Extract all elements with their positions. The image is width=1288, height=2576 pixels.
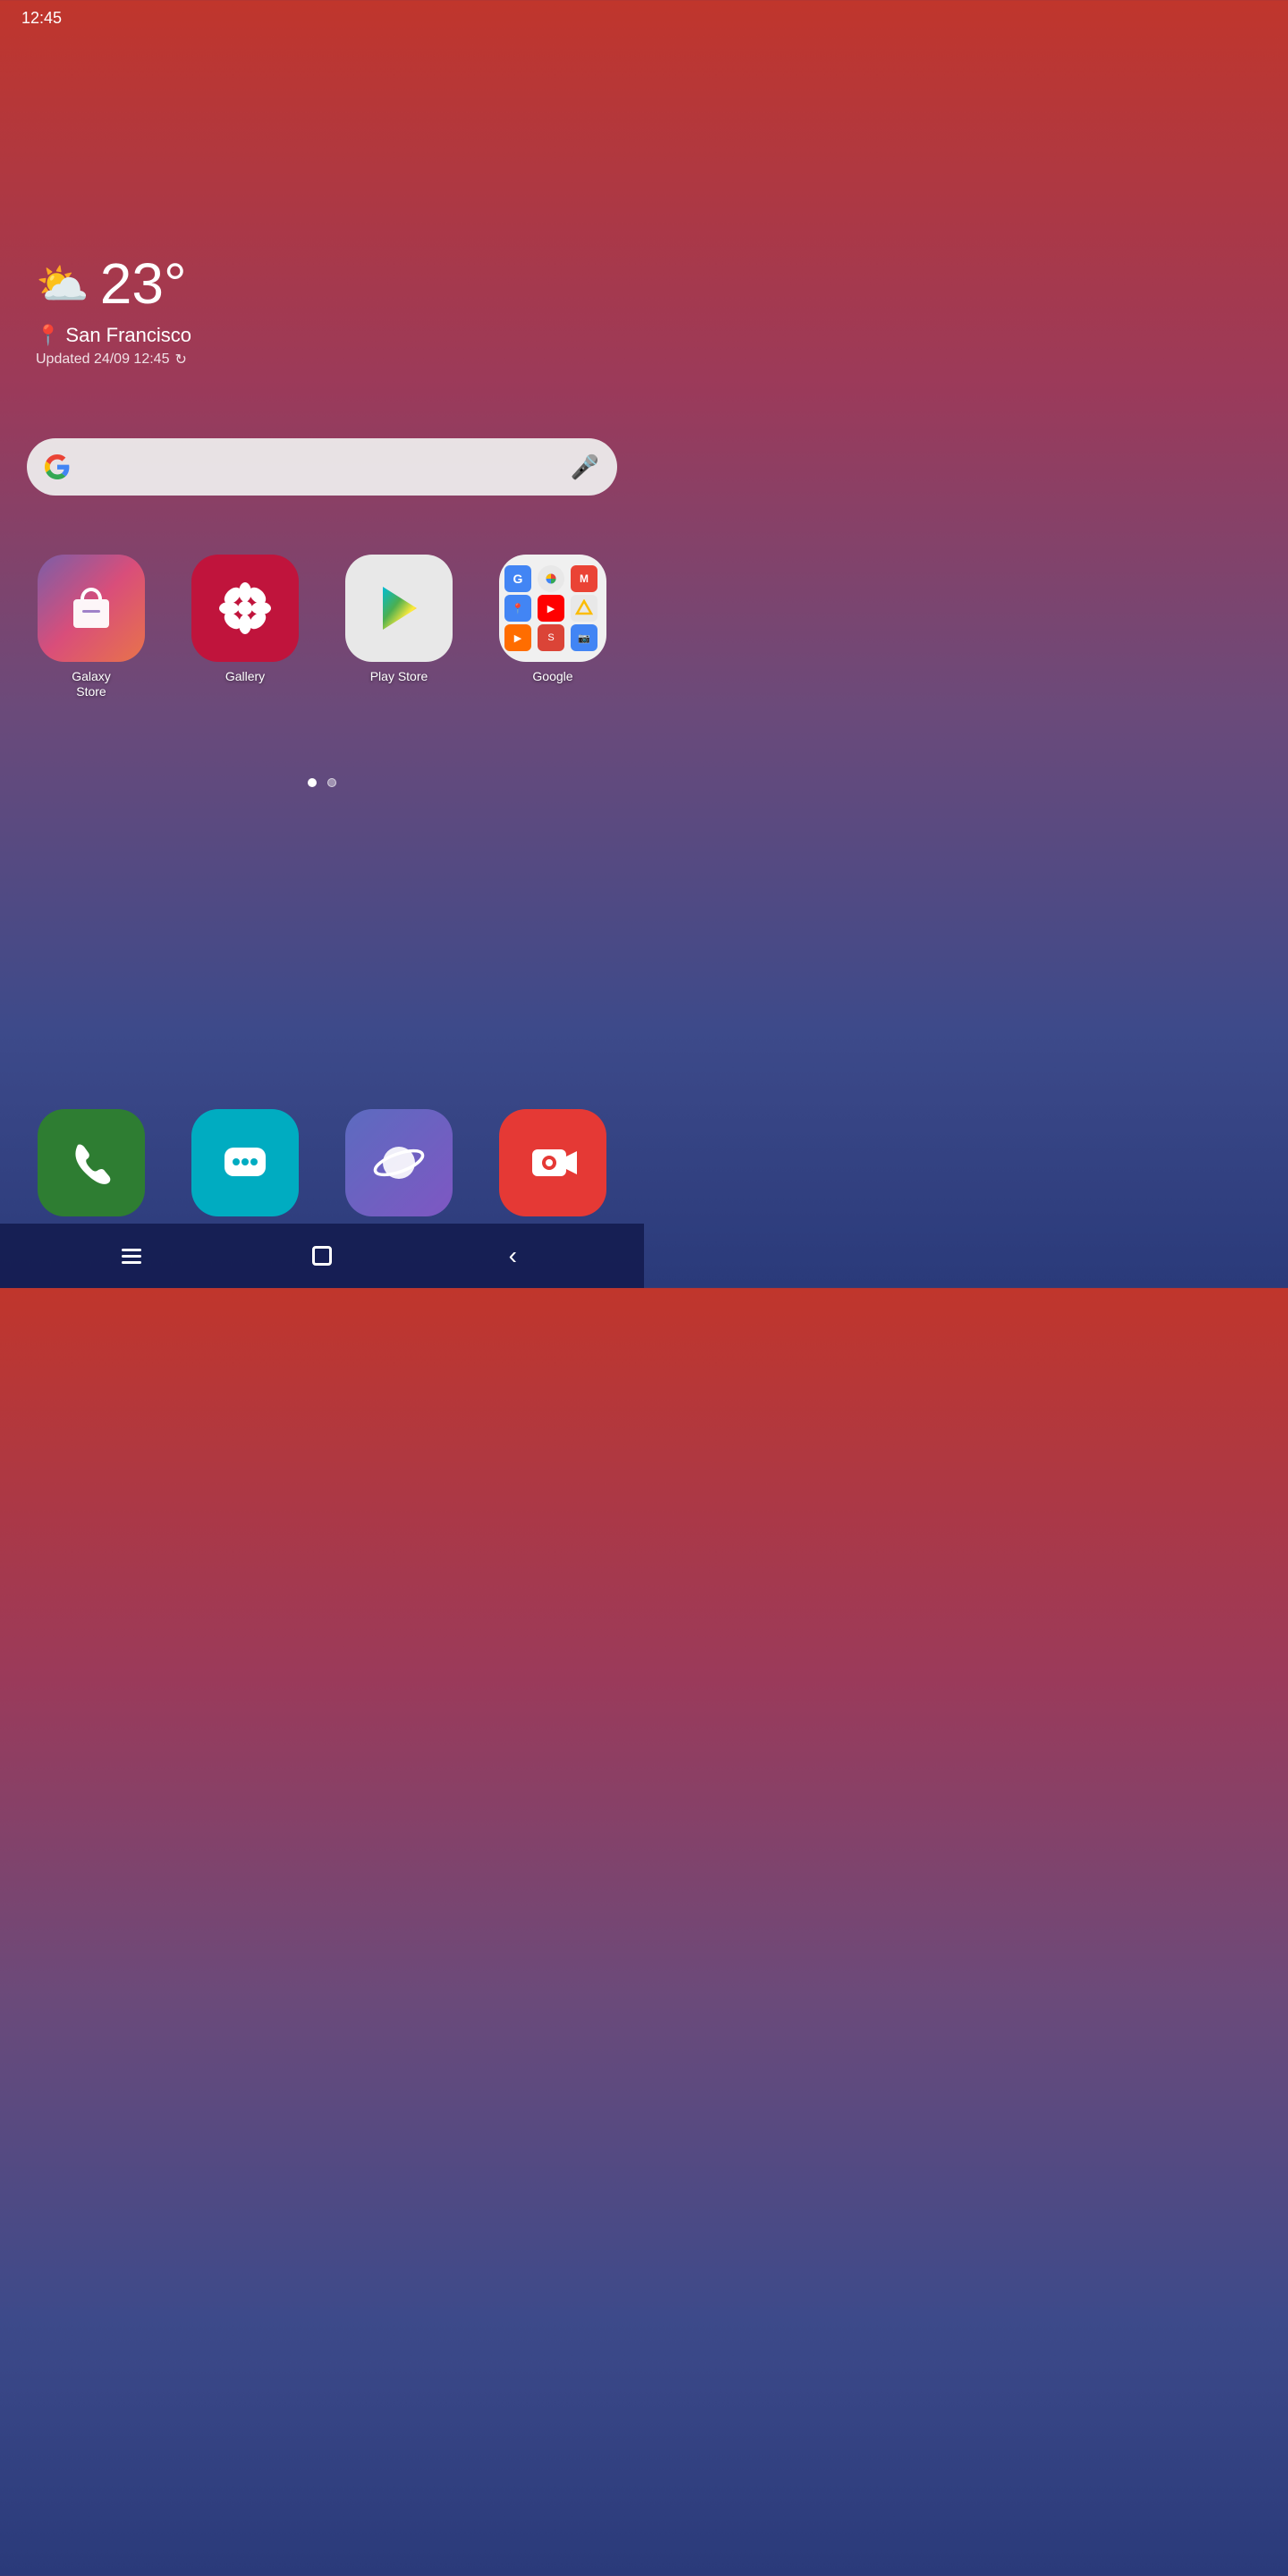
camera-record-icon — [525, 1135, 580, 1191]
mic-icon[interactable]: 🎤 — [571, 453, 599, 481]
dock — [0, 1109, 644, 1216]
weather-updated-text: Updated 24/09 12:45 — [36, 352, 169, 368]
location-pin-icon: 📍 — [36, 324, 60, 347]
google-g-logo — [45, 454, 70, 479]
browser-icon — [345, 1109, 453, 1216]
meet-mini: 📷 — [571, 624, 597, 651]
page-dot-2[interactable] — [327, 778, 336, 787]
nav-back-button[interactable]: ‹ — [487, 1231, 538, 1281]
app-gallery[interactable]: Gallery — [175, 555, 315, 699]
play-store-icon — [345, 555, 453, 662]
status-time: 12:45 — [21, 9, 62, 28]
maps-mini: 📍 — [504, 595, 531, 622]
drive-mini — [571, 595, 597, 622]
dock-messages[interactable] — [175, 1109, 315, 1216]
weather-updated: Updated 24/09 12:45 ↻ — [36, 351, 191, 369]
google-folder-icon: G M 📍 ▶ ▶ S 📷 — [499, 555, 606, 662]
google-g-mini: G — [504, 565, 531, 592]
galaxy-store-label: GalaxyStore — [72, 669, 111, 699]
page-dots — [0, 778, 644, 787]
weather-temperature: 23° — [100, 250, 187, 317]
nav-recent-button[interactable] — [106, 1231, 157, 1281]
play-mini: ▶ — [504, 624, 531, 651]
app-google[interactable]: G M 📍 ▶ ▶ S 📷 Google — [483, 555, 623, 699]
phone-icon — [38, 1109, 145, 1216]
refresh-icon[interactable]: ↻ — [174, 351, 186, 369]
planet-icon — [371, 1135, 427, 1191]
gallery-label: Gallery — [225, 669, 265, 684]
chat-bubble-icon — [217, 1135, 273, 1191]
app-galaxy-store[interactable]: GalaxyStore — [21, 555, 161, 699]
gallery-flower-icon — [216, 580, 274, 637]
weather-icon: ⛅ — [36, 258, 89, 309]
app-play-store[interactable]: Play Store — [329, 555, 469, 699]
play-store-triangle-icon — [370, 580, 428, 637]
dock-phone[interactable] — [21, 1109, 161, 1216]
play-store-label: Play Store — [370, 669, 428, 684]
messages-icon — [191, 1109, 299, 1216]
gmail-mini: M — [571, 565, 597, 592]
weather-city: San Francisco — [65, 324, 191, 347]
galaxy-store-bag-icon — [64, 581, 118, 635]
search-left — [45, 454, 70, 479]
youtube-mini: ▶ — [538, 595, 564, 622]
gallery-icon — [191, 555, 299, 662]
nav-bar: ‹ — [0, 1224, 644, 1288]
app-grid: GalaxyStore Gallery — [0, 537, 644, 717]
dock-browser[interactable] — [329, 1109, 469, 1216]
weather-top: ⛅ 23° — [36, 250, 191, 317]
home-square-icon — [312, 1246, 332, 1266]
page-dot-1[interactable] — [308, 778, 317, 787]
back-chevron-icon: ‹ — [509, 1241, 517, 1270]
phone-handset-icon — [64, 1136, 118, 1190]
weather-widget[interactable]: ⛅ 23° 📍 San Francisco Updated 24/09 12:4… — [36, 250, 191, 369]
slides-mini: S — [538, 624, 564, 651]
status-bar: 12:45 — [0, 0, 644, 36]
dock-recorder[interactable] — [483, 1109, 623, 1216]
nav-home-button[interactable] — [297, 1231, 347, 1281]
screen-recorder-icon — [499, 1109, 606, 1216]
weather-location: 📍 San Francisco — [36, 324, 191, 347]
galaxy-store-icon — [38, 555, 145, 662]
google-search-bar[interactable]: 🎤 — [27, 438, 617, 496]
recent-lines-icon — [122, 1249, 141, 1264]
google-label: Google — [532, 669, 572, 684]
chrome-mini — [538, 565, 564, 592]
